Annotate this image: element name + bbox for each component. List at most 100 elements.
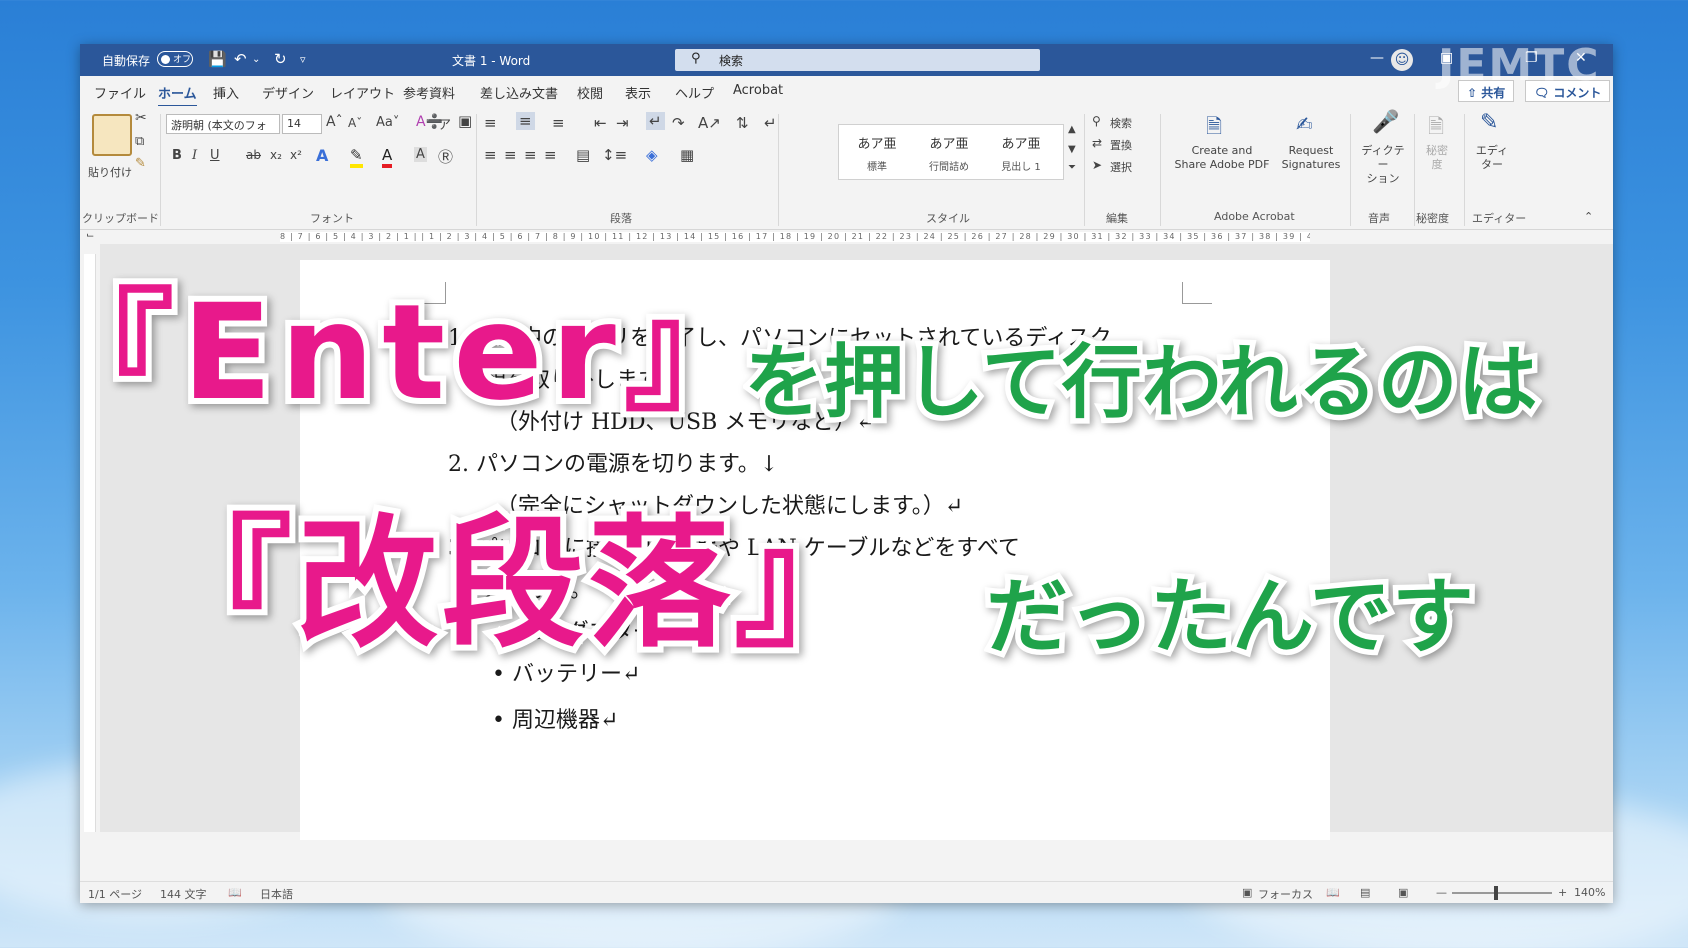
strikethrough-icon[interactable]: ab <box>246 148 261 162</box>
tab-mailings[interactable]: 差し込み文書 <box>480 83 558 102</box>
text-direction-icon[interactable]: ↷ <box>672 114 685 132</box>
ruler-scale[interactable]: 8 | 7 | 6 | 5 | 4 | 3 | 2 | 1 | | 1 | 2 … <box>280 232 1310 242</box>
tab-layout[interactable]: レイアウト <box>330 83 395 102</box>
account-avatar[interactable]: ☺ <box>1391 49 1413 71</box>
tab-view[interactable]: 表示 <box>625 83 651 102</box>
font-size-select[interactable]: 14 <box>282 114 322 134</box>
align-left-icon[interactable]: ≡ <box>484 146 497 164</box>
microphone-icon[interactable]: 🎤 <box>1372 110 1399 135</box>
character-border-icon[interactable]: ▣ <box>458 112 472 130</box>
web-layout-icon[interactable]: ▣ <box>1398 886 1408 899</box>
undo-icon[interactable]: ↶ <box>234 50 247 68</box>
increase-indent-icon[interactable]: ⇥ <box>616 114 629 132</box>
styles-more-icon[interactable]: ⏷ <box>1068 162 1076 173</box>
editor-icon[interactable]: ✎ <box>1480 110 1498 135</box>
tab-help[interactable]: ヘルプ <box>675 83 714 102</box>
character-scaling-icon[interactable]: A↗ <box>698 114 721 132</box>
asian-layout-icon[interactable]: ↵ <box>646 112 665 130</box>
align-right-icon[interactable]: ≡ <box>524 146 537 164</box>
tab-home[interactable]: ホーム <box>158 83 197 108</box>
sort-icon[interactable]: ⇅ <box>736 114 749 132</box>
proofing-icon[interactable]: 📖 <box>228 886 242 899</box>
zoom-level[interactable]: 140% <box>1574 886 1605 899</box>
request-signatures-label[interactable]: Request Signatures <box>1276 144 1346 172</box>
request-signatures-icon[interactable]: ✍ <box>1296 112 1313 136</box>
redo-icon[interactable]: ↻ <box>274 50 287 68</box>
justify-icon[interactable]: ≡ <box>544 146 557 164</box>
styles-scroll-down-icon[interactable]: ▼ <box>1068 144 1076 155</box>
tab-selector-icon[interactable]: ⌙ <box>86 230 94 241</box>
tab-insert[interactable]: 挿入 <box>213 83 239 102</box>
find-label[interactable]: 検索 <box>1110 115 1132 131</box>
bullets-icon[interactable]: ≡ <box>484 114 497 132</box>
decrease-indent-icon[interactable]: ⇤ <box>594 114 607 132</box>
minimize-icon[interactable]: — <box>1370 50 1384 66</box>
text-effects-icon[interactable]: A <box>316 146 328 165</box>
enclose-characters-icon[interactable]: Ⓡ <box>438 146 453 167</box>
page-count[interactable]: 1/1 ページ <box>88 886 142 902</box>
select-icon[interactable]: ➤ <box>1092 158 1102 172</box>
select-label[interactable]: 選択 <box>1110 159 1132 175</box>
zoom-thumb[interactable] <box>1494 886 1498 900</box>
focus-icon[interactable]: ▣ <box>1242 886 1252 899</box>
style-normal[interactable]: あア亜 標準 <box>841 133 913 173</box>
bold-icon[interactable]: B <box>172 148 182 163</box>
tab-design[interactable]: デザイン <box>262 83 314 102</box>
read-mode-icon[interactable]: 📖 <box>1326 886 1340 899</box>
distribute-icon[interactable]: ▤ <box>576 146 590 164</box>
zoom-slider[interactable] <box>1452 892 1552 894</box>
tab-acrobat[interactable]: Acrobat <box>733 83 783 98</box>
search-input[interactable]: ⚲ 検索 <box>675 49 1040 71</box>
style-no-spacing[interactable]: あア亜 行間詰め <box>913 133 985 173</box>
focus-label[interactable]: フォーカス <box>1258 886 1313 902</box>
underline-icon[interactable]: U <box>210 148 220 163</box>
borders-icon[interactable]: ▦ <box>680 146 694 164</box>
align-center-icon[interactable]: ≡ <box>504 146 517 164</box>
italic-icon[interactable]: I <box>192 148 197 163</box>
highlight-icon[interactable]: ✎ <box>350 146 363 168</box>
word-count[interactable]: 144 文字 <box>160 886 207 902</box>
font-name-select[interactable]: 游明朝 (本文のフォ <box>166 114 280 134</box>
paste-label[interactable]: 貼り付け <box>88 164 132 180</box>
print-layout-icon[interactable]: ▤ <box>1360 886 1370 899</box>
find-icon[interactable]: ⚲ <box>1092 114 1101 128</box>
character-shading-icon[interactable]: A <box>414 147 427 162</box>
paste-icon[interactable] <box>92 114 132 156</box>
dictate-label[interactable]: ディクテー ション <box>1358 144 1408 186</box>
grow-font-icon[interactable]: Aˆ <box>326 114 343 130</box>
replace-label[interactable]: 置換 <box>1110 137 1132 153</box>
collapse-ribbon-icon[interactable]: ⌃ <box>1584 210 1593 223</box>
zoom-in-icon[interactable]: + <box>1558 886 1567 899</box>
language[interactable]: 日本語 <box>260 886 293 902</box>
create-pdf-icon[interactable]: 🗎 <box>1206 112 1222 146</box>
cut-icon[interactable]: ✂ <box>135 110 147 126</box>
replace-icon[interactable]: ⇄ <box>1092 136 1102 150</box>
shrink-font-icon[interactable]: Aˇ <box>348 116 362 130</box>
shading-icon[interactable]: ◈ <box>646 146 658 164</box>
save-icon[interactable]: 💾 <box>208 50 227 68</box>
font-color-icon[interactable]: A <box>382 146 393 168</box>
styles-scroll-up-icon[interactable]: ▲ <box>1068 124 1076 135</box>
create-pdf-label[interactable]: Create and Share Adobe PDF <box>1170 144 1274 172</box>
style-heading-1[interactable]: あア亜 見出し 1 <box>985 133 1057 173</box>
separator <box>778 114 779 226</box>
superscript-icon[interactable]: x² <box>290 148 302 162</box>
line-spacing-icon[interactable]: ↕≡ <box>602 146 627 164</box>
multilevel-list-icon[interactable]: ≡ <box>552 114 565 132</box>
format-painter-icon[interactable]: ✎ <box>135 156 146 171</box>
caption-enter-key: 『Enter』 <box>36 270 764 436</box>
zoom-out-icon[interactable]: — <box>1436 886 1447 899</box>
tab-references[interactable]: 参考資料 <box>403 83 455 102</box>
autosave-toggle[interactable]: オフ <box>157 51 193 67</box>
numbering-icon[interactable]: ≡ <box>516 112 535 130</box>
editor-label[interactable]: エディ ター <box>1472 144 1512 172</box>
change-case-icon[interactable]: Aa˅ <box>376 115 399 130</box>
tab-file[interactable]: ファイル <box>94 83 146 102</box>
show-marks-icon[interactable]: ↵ <box>764 114 777 132</box>
subscript-icon[interactable]: x₂ <box>270 148 282 162</box>
tab-review[interactable]: 校閲 <box>577 83 603 102</box>
copy-icon[interactable]: ⧉ <box>135 134 144 149</box>
customize-toolbar-icon[interactable]: ▿ <box>300 53 306 66</box>
undo-dropdown-icon[interactable]: ⌄ <box>252 54 260 65</box>
phonetic-guide-icon[interactable]: ア <box>438 114 451 133</box>
